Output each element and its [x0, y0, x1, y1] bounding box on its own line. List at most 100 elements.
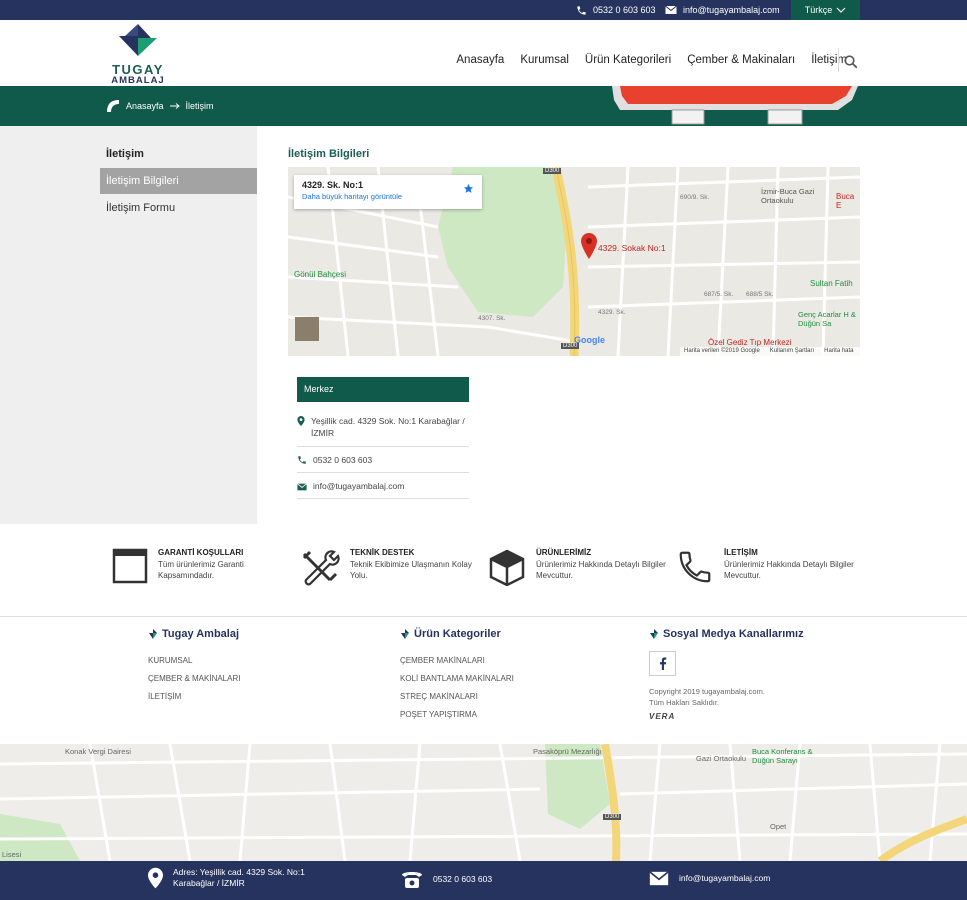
map-marker-icon[interactable] [581, 233, 597, 259]
sidebar-title: İletişim [106, 148, 144, 160]
footer-link-straps[interactable]: ÇEMBER & MAKİNALARI [148, 670, 240, 688]
mail-icon [665, 5, 677, 14]
top-phone-text: 0532 0 603 603 [593, 5, 656, 15]
browser-window-icon [112, 548, 148, 584]
feature-support-title: TEKNİK DESTEK [350, 548, 415, 557]
phone-handset-icon [679, 551, 711, 583]
facebook-icon [659, 657, 666, 670]
footer-col2-links: ÇEMBER MAKİNALARI KOLİ BANTLAMA MAKİNALA… [400, 652, 514, 724]
feature-warranty-desc: Tüm ürünlerimiz Garanti Kapsamındadır. [158, 560, 244, 580]
agency-logo[interactable]: VERA [649, 712, 675, 721]
logo-small-icon [401, 629, 409, 639]
footer-link-corporate[interactable]: KURUMSAL [148, 652, 240, 670]
search-icon[interactable] [844, 55, 858, 69]
footer-map-label-opet: Opet [770, 822, 787, 831]
feature-support-desc: Teknik Ekibimize Ulaşmanın Kolay Yolu. [350, 560, 472, 580]
bottom-phone[interactable]: 0532 0 603 603 [401, 869, 492, 889]
map-street-4307: 4307. Sk. [478, 315, 506, 322]
top-phone[interactable]: 0532 0 603 603 [576, 0, 656, 20]
language-selector[interactable]: Türkçe [791, 0, 860, 20]
footer-divider [0, 616, 967, 617]
chevron-down-icon [836, 7, 846, 13]
footer-map: Konak Vergi Dairesi Pasaköprü Mezarlığı … [0, 744, 967, 861]
map-report-link[interactable]: Harita hata [824, 347, 853, 356]
bottom-email[interactable]: info@tugayambalaj.com [649, 871, 770, 886]
breadcrumb-current: İletişim [185, 101, 214, 111]
home-icon [107, 100, 119, 112]
box-icon [489, 549, 525, 586]
office-card-title: Merkez [297, 377, 469, 402]
copyright-line2: Tüm Hakları Saklıdır. [649, 698, 720, 707]
map-marker-label: 4329. Sokak No:1 [598, 243, 666, 253]
footer-link-contact[interactable]: İLETİŞİM [148, 688, 240, 706]
map-label-garden: Gönül Bahçesi [294, 270, 347, 279]
feature-products[interactable]: ÜRÜNLERİMİZ Ürünlerimiz Hakkında Detaylı … [488, 548, 668, 586]
footer-map-label-lisesi: Lisesi [2, 850, 22, 859]
map-label-sultan-fatih: Sultan Fatih [810, 279, 853, 288]
footer-link-strap-machines[interactable]: ÇEMBER MAKİNALARI [400, 652, 514, 670]
logo-mark-icon [119, 24, 157, 56]
breadcrumb-home[interactable]: Anasayfa [126, 101, 164, 111]
nav-contact[interactable]: İletişim [811, 54, 847, 66]
map-larger-link[interactable]: Daha büyük haritayı görüntüle [302, 192, 474, 201]
feature-warranty-title: GARANTİ KOŞULLARI [158, 548, 244, 557]
bottom-phone-text: 0532 0 603 603 [433, 873, 493, 884]
google-logo: Google [574, 335, 605, 345]
feature-warranty[interactable]: GARANTİ KOŞULLARI Tüm ürünlerimiz Garanti… [112, 548, 292, 584]
top-email[interactable]: info@tugayambalaj.com [665, 0, 780, 20]
sidebar-item-contact-form[interactable]: İletişim Formu [100, 195, 257, 221]
logo-small-icon [650, 629, 658, 639]
feature-contact-title: İLETİŞİM [724, 548, 758, 557]
sidebar-item-contact-info[interactable]: İletişim Bilgileri [100, 168, 257, 194]
arrow-right-icon [169, 103, 180, 109]
nav-product-categories[interactable]: Ürün Kategorileri [585, 54, 671, 66]
phone-icon [577, 5, 586, 15]
footer-link-stretch-machines[interactable]: STREÇ MAKİNALARI [400, 688, 514, 706]
footer-col3-title: Sosyal Medya Kanallarımız [663, 628, 804, 640]
logo-line2: AMBALAJ [111, 75, 165, 86]
footer-map-label-school: Gazi Ortaokulu [696, 754, 747, 763]
footer-map-road-shield: D300 [603, 814, 622, 820]
footer-col3-heading: Sosyal Medya Kanallarımız [649, 628, 804, 640]
bottom-email-text: info@tugayambalaj.com [679, 873, 771, 883]
nav-corporate[interactable]: Kurumsal [520, 54, 569, 66]
nav-divider [838, 48, 839, 72]
map-attribution-bar: Harita verileri ©2019 Google Kullanım Şa… [680, 347, 860, 356]
footer-map-label-tax: Konak Vergi Dairesi [65, 747, 131, 756]
copyright-line1: Copyright 2019 tugayambalaj.com. [649, 687, 765, 696]
office-email: info@tugayambalaj.com [313, 481, 405, 491]
footer-link-tape-machines[interactable]: KOLİ BANTLAMA MAKİNALARI [400, 670, 514, 688]
mail-icon [297, 483, 307, 491]
nav-home[interactable]: Anasayfa [456, 54, 504, 66]
facebook-button[interactable] [649, 651, 676, 676]
star-icon[interactable] [463, 183, 474, 194]
map-terms-link[interactable]: Kullanım Şartları [770, 347, 814, 356]
map-label-medical: Özel Gediz Tıp Merkezi [708, 338, 792, 347]
bottom-address-line2: Karabağlar / İZMİR [173, 878, 245, 888]
main-nav: Anasayfa Kurumsal Ürün Kategorileri Çemb… [456, 54, 847, 66]
nav-straps-machines[interactable]: Çember & Makinaları [687, 54, 795, 66]
embedded-map[interactable]: 4329. Sk. No:1 Daha büyük haritayı görün… [288, 167, 860, 356]
telephone-icon [402, 872, 422, 888]
location-pin-icon [297, 416, 305, 426]
office-phone-row[interactable]: 0532 0 603 603 [297, 455, 469, 473]
bottom-address: Adres: Yeşillik cad. 4329 Sok. No:1 Karab… [148, 867, 305, 889]
map-label-buca: Buca E [836, 192, 855, 210]
footer-link-bag-sealing[interactable]: POŞET YAPIŞTIRMA [400, 706, 514, 724]
footer-col2-title: Ürün Kategoriler [414, 628, 501, 640]
feature-contact[interactable]: İLETİŞİM Ürünlerimiz Hakkında Detaylı Bil… [676, 548, 856, 586]
breadcrumb: Anasayfa İletişim [106, 99, 214, 113]
page-title: İletişim Bilgileri [288, 148, 370, 160]
map-place-title: 4329. Sk. No:1 [302, 180, 364, 190]
location-pin-icon [148, 867, 163, 889]
map-street-687-5: 687/5. Sk. [704, 291, 734, 298]
copyright: Copyright 2019 tugayambalaj.com. Tüm Hak… [649, 686, 765, 708]
office-email-row[interactable]: info@tugayambalaj.com [297, 481, 469, 499]
map-street-690-9: 690/9. Sk. [680, 194, 710, 201]
office-address-row: Yeşillik cad. 4329 Sok. No:1 Karabağlar … [297, 415, 469, 447]
footer-col1-links: KURUMSAL ÇEMBER & MAKİNALARI İLETİŞİM [148, 652, 240, 706]
map-street-688-5: 688/5 Sk. [746, 291, 774, 298]
feature-support[interactable]: TEKNİK DESTEK Teknik Ekibimize Ulaşmanın … [300, 548, 480, 586]
top-email-text: info@tugayambalaj.com [683, 5, 780, 15]
logo[interactable]: TUGAY AMBALAJ [107, 22, 169, 86]
